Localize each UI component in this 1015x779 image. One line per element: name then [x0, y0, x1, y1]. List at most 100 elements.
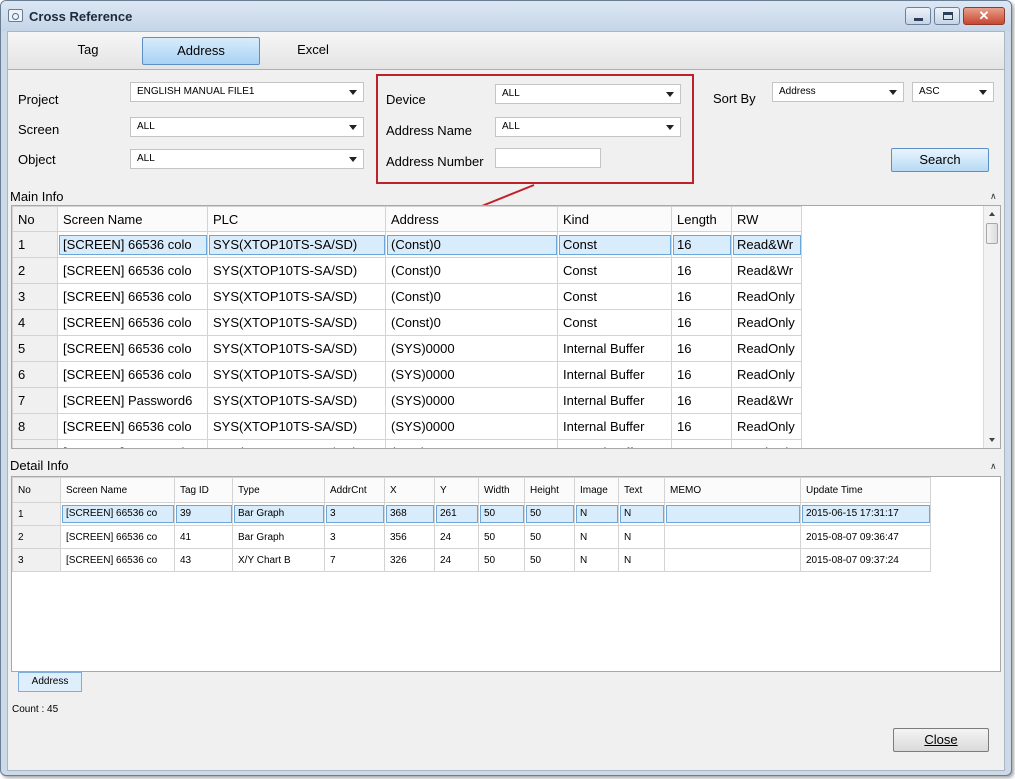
cell: N	[618, 548, 665, 572]
project-select[interactable]: ENGLISH MANUAL FILE1	[130, 82, 364, 102]
scroll-up-icon[interactable]	[989, 212, 995, 216]
search-button[interactable]: Search	[891, 148, 989, 172]
object-label: Object	[18, 152, 56, 167]
cell: ReadOnly	[731, 439, 802, 448]
cell: SYS(XTOP10TS-SA/SD)	[207, 361, 386, 388]
tab-tag[interactable]: Tag	[58, 37, 118, 65]
col-memo[interactable]: MEMO	[664, 477, 801, 503]
cell: [SCREEN] 66536 colo	[57, 413, 208, 440]
col-screen-name[interactable]: Screen Name	[60, 477, 175, 503]
collapse-main-icon[interactable]: ∧	[990, 191, 997, 202]
col-update-time[interactable]: Update Time	[800, 477, 931, 503]
cell: Internal Buffer	[557, 439, 672, 448]
col-addrcnt[interactable]: AddrCnt	[324, 477, 385, 503]
col-rw[interactable]: RW	[731, 206, 802, 232]
cell: 39	[174, 502, 233, 526]
col-no[interactable]: No	[12, 206, 58, 232]
cell: [SCREEN] 66536 colo	[57, 335, 208, 362]
sort-by-label: Sort By	[713, 91, 756, 106]
col-screen-name[interactable]: Screen Name	[57, 206, 208, 232]
col-tag-id[interactable]: Tag ID	[174, 477, 233, 503]
cell: 2015-06-15 17:31:17	[800, 502, 931, 526]
table-row[interactable]: 4 [SCREEN] 66536 colo SYS(XTOP10TS-SA/SD)(…	[12, 309, 802, 336]
cell: 16	[671, 361, 732, 388]
col-address[interactable]: Address	[385, 206, 558, 232]
col-type[interactable]: Type	[232, 477, 325, 503]
tab-excel[interactable]: Excel	[278, 37, 348, 65]
minimize-button[interactable]	[905, 7, 931, 25]
cell: 50	[478, 525, 525, 549]
tab-address[interactable]: Address	[142, 37, 260, 65]
cell: 261	[434, 502, 479, 526]
col-length[interactable]: Length	[671, 206, 732, 232]
title-bar[interactable]: Cross Reference ✕	[1, 1, 1011, 31]
col-image[interactable]: Image	[574, 477, 619, 503]
screen-value: ALL	[137, 121, 155, 132]
table-row[interactable]: 6 [SCREEN] 66536 colo SYS(XTOP10TS-SA/SD)(…	[12, 361, 802, 388]
col-x[interactable]: X	[384, 477, 435, 503]
table-row[interactable]: 5 [SCREEN] 66536 colo SYS(XTOP10TS-SA/SD)(…	[12, 335, 802, 362]
cell: X/Y Chart B	[232, 548, 325, 572]
tab-bar: Tag Address Excel	[8, 32, 1004, 70]
minimize-icon	[914, 18, 923, 21]
cell: ReadOnly	[731, 361, 802, 388]
maximize-button[interactable]	[934, 7, 960, 25]
table-row[interactable]: 9[SCREEN] 66536 coloSYS(XTOP10TS-SA/SD)(…	[12, 439, 802, 448]
project-value: ENGLISH MANUAL FILE1	[137, 86, 255, 97]
object-select[interactable]: ALL	[130, 149, 364, 169]
screen-label: Screen	[18, 122, 60, 137]
cell: Internal Buffer	[557, 413, 672, 440]
cell: 24	[434, 548, 479, 572]
table-row[interactable]: 1 [SCREEN] 66536 colo SYS(XTOP10TS-SA/SD…	[12, 231, 802, 258]
table-row[interactable]: 8 [SCREEN] 66536 colo SYS(XTOP10TS-SA/SD)(…	[12, 413, 802, 440]
col-height[interactable]: Height	[524, 477, 575, 503]
table-row[interactable]: 1 [SCREEN] 66536 co 39 Bar Graph 3 368 2…	[12, 502, 931, 526]
close-button[interactable]: Close	[893, 728, 989, 752]
cell: SYS(XTOP10TS-SA/SD)	[207, 231, 386, 258]
cell: 9	[12, 439, 58, 448]
window-close-button[interactable]: ✕	[963, 7, 1005, 25]
count-label: Count : 45	[12, 704, 59, 715]
cell: N	[618, 502, 665, 526]
cell: ReadOnly	[731, 413, 802, 440]
table-row[interactable]: 7 [SCREEN] Password6 SYS(XTOP10TS-SA/SD) (S…	[12, 387, 802, 414]
cell: 8	[12, 413, 58, 440]
detail-info-title: Detail Info	[10, 458, 69, 473]
col-no[interactable]: No	[12, 477, 61, 503]
col-width[interactable]: Width	[478, 477, 525, 503]
cell: [SCREEN] 66536 colo	[57, 309, 208, 336]
col-y[interactable]: Y	[434, 477, 479, 503]
cell: [SCREEN] 66536 co	[60, 548, 175, 572]
cell: 16	[671, 257, 732, 284]
cell: Internal Buffer	[557, 387, 672, 414]
cell: N	[618, 525, 665, 549]
table-row[interactable]: 2 [SCREEN] 66536 co 41 Bar Graph 3 356 24 50 50 N…	[12, 525, 931, 549]
table-row[interactable]: 2 [SCREEN] 66536 colo SYS(XTOP10TS-SA/SD)(…	[12, 257, 802, 284]
cell: 1	[12, 231, 58, 258]
sort-by-select[interactable]: Address	[772, 82, 904, 102]
bottom-tab-address[interactable]: Address	[18, 672, 82, 692]
table-row[interactable]: 3 [SCREEN] 66536 colo SYS(XTOP10TS-SA/SD)(…	[12, 283, 802, 310]
cell: SYS(XTOP10TS-SA/SD)	[207, 387, 386, 414]
table-row[interactable]: 3 [SCREEN] 66536 co 43 X/Y Chart B 7 326 24 50 5…	[12, 548, 931, 572]
cell: 2015-08-07 09:36:47	[800, 525, 931, 549]
scroll-down-icon[interactable]	[989, 438, 995, 442]
cell: Internal Buffer	[557, 361, 672, 388]
close-button-label: Close	[924, 732, 958, 747]
cell: 3	[324, 525, 385, 549]
cell: 3	[12, 548, 61, 572]
main-info-scrollbar[interactable]	[983, 206, 1000, 448]
cell: 2	[12, 525, 61, 549]
col-plc[interactable]: PLC	[207, 206, 386, 232]
cell: 1	[12, 502, 61, 526]
cell: 16	[671, 413, 732, 440]
col-kind[interactable]: Kind	[557, 206, 672, 232]
object-value: ALL	[137, 153, 155, 164]
collapse-detail-icon[interactable]: ∧	[990, 461, 997, 472]
screen-select[interactable]: ALL	[130, 117, 364, 137]
cell: [SCREEN] 66536 co	[60, 502, 175, 526]
sort-order-select[interactable]: ASC	[912, 82, 994, 102]
scroll-thumb[interactable]	[986, 223, 998, 244]
detail-info-table: No Screen Name Tag ID Type AddrCnt X Y W…	[12, 477, 931, 572]
col-text[interactable]: Text	[618, 477, 665, 503]
